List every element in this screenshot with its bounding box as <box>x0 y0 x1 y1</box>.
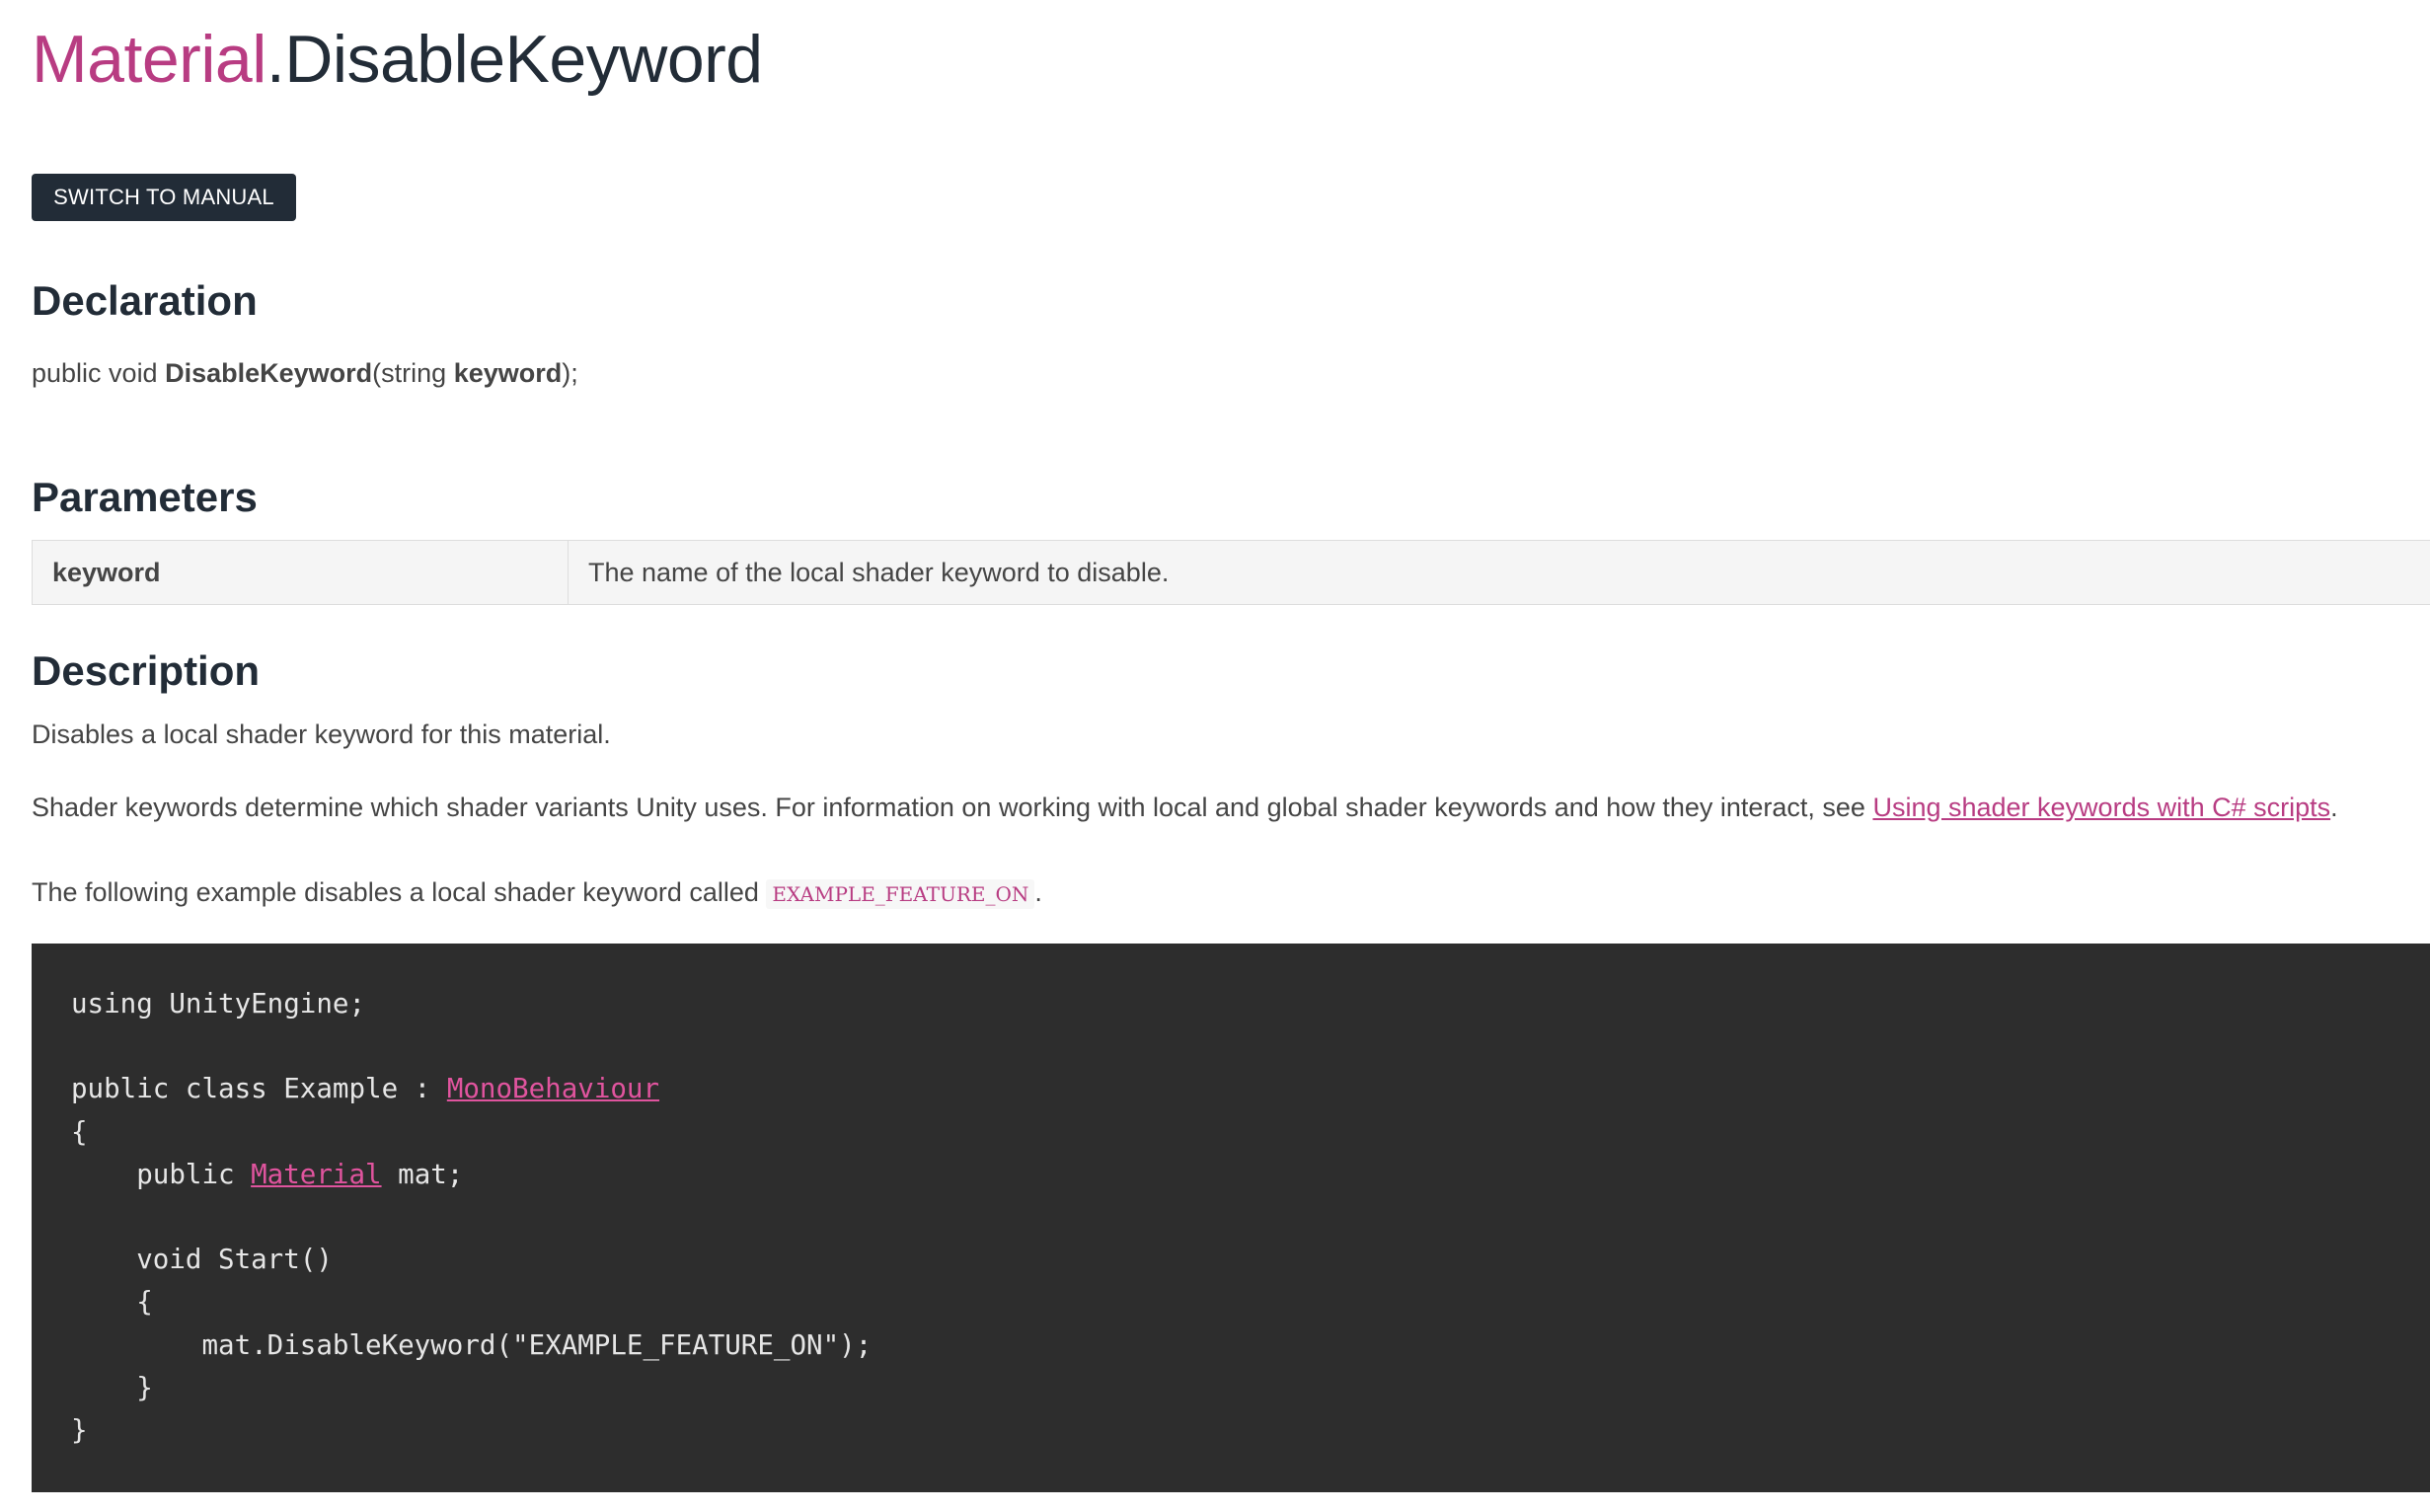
table-row: keyword The name of the local shader key… <box>32 540 2430 605</box>
title-member-name: DisableKeyword <box>284 22 763 97</box>
paragraph-end: . <box>1034 877 1042 907</box>
switch-to-manual-button[interactable]: SWITCH TO MANUAL <box>32 174 296 221</box>
description-paragraph: The following example disables a local s… <box>32 872 1042 914</box>
signature-close: ); <box>562 358 578 388</box>
paragraph-end: . <box>2330 793 2338 822</box>
code-line: public Material mat; <box>71 1154 2430 1196</box>
paragraph-text: The following example disables a local s… <box>32 877 767 907</box>
description-paragraph: Disables a local shader keyword for this… <box>32 719 611 749</box>
code-line: void Start() <box>71 1244 333 1276</box>
parameters-table: keyword The name of the local shader key… <box>32 540 2430 605</box>
parameters-heading: Parameters <box>32 474 258 520</box>
code-line: { <box>71 1115 88 1148</box>
code-line: public class Example : MonoBehaviour <box>71 1068 2430 1110</box>
signature-prefix: public void <box>32 358 166 388</box>
description-heading: Description <box>32 647 261 694</box>
param-description-cell: The name of the local shader keyword to … <box>568 540 2430 605</box>
signature-param-type: (string <box>372 358 454 388</box>
code-line: } <box>71 1371 153 1403</box>
code-line: { <box>71 1286 153 1319</box>
method-signature: public void DisableKeyword(string keywor… <box>32 353 578 393</box>
code-line: using UnityEngine; <box>71 988 366 1020</box>
material-link[interactable]: Material <box>251 1159 381 1190</box>
description-paragraph: Shader keywords determine which shader v… <box>32 788 2338 827</box>
signature-method-name: DisableKeyword <box>165 358 373 388</box>
code-example: using UnityEngine; public class Example … <box>32 944 2430 1492</box>
declaration-heading: Declaration <box>32 277 258 324</box>
documentation-page: Material.DisableKeyword SWITCH TO MANUAL… <box>0 0 2430 1512</box>
code-text: public class Example : <box>71 1073 447 1105</box>
code-line: } <box>71 1413 88 1446</box>
monobehaviour-link[interactable]: MonoBehaviour <box>447 1073 659 1104</box>
title-separator: . <box>266 22 285 97</box>
paragraph-text: Shader keywords determine which shader v… <box>32 793 1873 822</box>
code-line: mat.DisableKeyword("EXAMPLE_FEATURE_ON")… <box>71 1328 873 1361</box>
signature-param-name: keyword <box>453 358 563 388</box>
title-class-name: Material <box>32 22 266 97</box>
code-text: mat; <box>381 1158 464 1190</box>
page-title: Material.DisableKeyword <box>32 18 763 101</box>
code-text: public <box>71 1158 252 1190</box>
shader-keywords-link[interactable]: Using shader keywords with C# scripts <box>1872 793 2330 822</box>
param-name-cell: keyword <box>32 540 569 605</box>
inline-code-keyword: EXAMPLE_FEATURE_ON <box>766 879 1035 909</box>
